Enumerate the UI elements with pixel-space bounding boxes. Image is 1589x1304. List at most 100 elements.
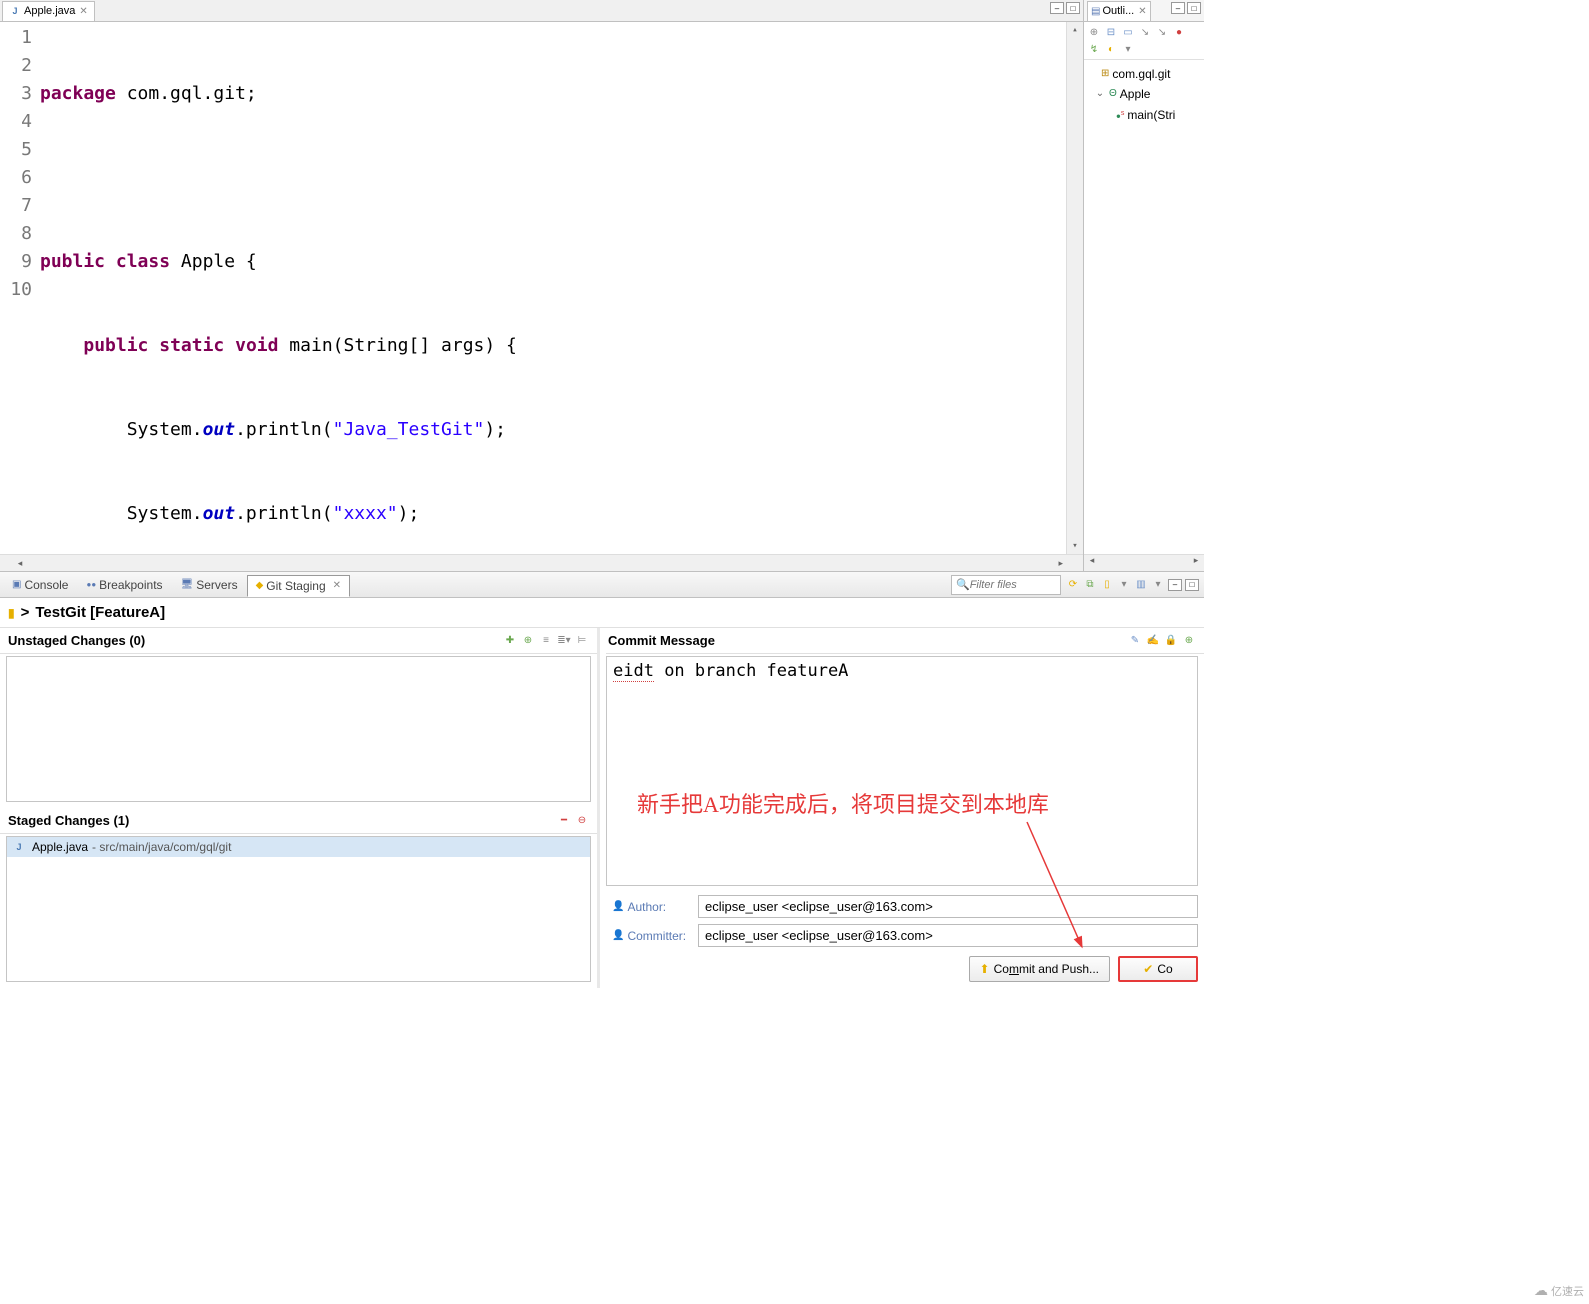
commit-buttons: ⬆ Commit and Push... ✔ Co <box>606 950 1204 988</box>
refresh-icon[interactable]: ⟳ <box>1066 578 1080 592</box>
outline-method-label: main(Stri <box>1127 105 1175 125</box>
tree-icon[interactable]: ⊨ <box>575 634 589 648</box>
commit-msg-header: Commit Message ✎ ✍ 🔒 ⊕ <box>606 628 1204 654</box>
unstaged-tools: ✚ ⊕ ≡ ≣▾ ⊨ <box>503 634 589 648</box>
bottom-tabs-bar: ▣ Console ●● Breakpoints 🖥 Servers ◆ Git… <box>0 572 1204 598</box>
maximize-view-icon[interactable]: □ <box>1185 579 1199 591</box>
minimize-editor-icon[interactable]: – <box>1050 2 1064 14</box>
repo-name-label: TestGit [FeatureA] <box>35 604 165 621</box>
unstage-icon[interactable]: ━ <box>557 814 571 828</box>
tab-breakpoints[interactable]: ●● Breakpoints <box>77 574 171 596</box>
outline-minmax: – □ <box>1171 2 1201 14</box>
tab-git-staging[interactable]: ◆ Git Staging ✕ <box>247 575 350 597</box>
horizontal-scrollbar[interactable] <box>0 554 1083 571</box>
code-line: public static void main(String[] args) { <box>40 332 1066 360</box>
hide-static-icon[interactable]: ↘ <box>1155 25 1169 39</box>
tab-console[interactable]: ▣ Console <box>3 574 77 596</box>
editor-tab-label: Apple.java <box>24 5 75 17</box>
add-all-icon[interactable]: ⊕ <box>521 634 535 648</box>
filter-files-box[interactable]: 🔍 <box>951 575 1061 595</box>
commit-message-input[interactable]: eidt on branch featureA 新手把A功能完成后，将项目提交到… <box>606 656 1198 886</box>
staged-file-row[interactable]: J Apple.java - src/main/java/com/gql/git <box>7 837 590 857</box>
sort-alpha-icon[interactable]: ◐ <box>1104 42 1118 56</box>
committer-input[interactable] <box>698 924 1198 947</box>
tab-breakpoints-label: Breakpoints <box>99 578 162 592</box>
commit-msg-typo: eidt <box>613 661 654 682</box>
author-input[interactable] <box>698 895 1198 918</box>
package-icon: ⊞ <box>1101 64 1109 84</box>
staged-file-name: Apple.java <box>32 840 88 854</box>
minimize-view-icon[interactable]: – <box>1168 579 1182 591</box>
maximize-outline-icon[interactable]: □ <box>1187 2 1201 14</box>
collapse-icon[interactable]: ⊟ <box>1104 25 1118 39</box>
focus-icon[interactable]: ⊕ <box>1087 25 1101 39</box>
view-menu-icon[interactable]: ▾ <box>1121 42 1135 56</box>
link-icon[interactable]: ↯ <box>1087 42 1101 56</box>
outline-package-item[interactable]: ⊞ com.gql.git <box>1086 64 1202 84</box>
repo-name-bar: ▮ > TestGit [FeatureA] <box>0 598 1204 628</box>
changeid-icon[interactable]: 🔒 <box>1164 634 1178 648</box>
vertical-scrollbar[interactable] <box>1066 22 1083 554</box>
staged-list[interactable]: J Apple.java - src/main/java/com/gql/git <box>6 836 591 982</box>
commit-and-push-button[interactable]: ⬆ Commit and Push... <box>969 956 1110 982</box>
menu-icon[interactable]: ▾ <box>1151 578 1165 592</box>
close-tab-icon[interactable]: ✕ <box>79 6 87 17</box>
line-number: 1 <box>0 24 32 52</box>
tab-servers[interactable]: 🖥 Servers <box>172 574 247 596</box>
presentation-icon[interactable]: ≡ <box>539 634 553 648</box>
outline-horizontal-scrollbar[interactable] <box>1084 554 1204 571</box>
outline-tab-label: Outli... <box>1102 5 1134 17</box>
code-content[interactable]: package com.gql.git; public class Apple … <box>40 22 1066 554</box>
search-icon: 🔍 <box>956 578 970 591</box>
unstaged-list[interactable] <box>6 656 591 802</box>
minimize-outline-icon[interactable]: – <box>1171 2 1185 14</box>
code-editor[interactable]: 1 2 3 4 5 6 7 8 9 10 package com.gql.git… <box>0 22 1083 554</box>
outline-method-item[interactable]: ●s main(Stri <box>1086 104 1202 127</box>
line-number-gutter: 1 2 3 4 5 6 7 8 9 10 <box>0 22 40 554</box>
committer-label: 👤 Committer: <box>612 929 692 943</box>
amend-icon[interactable]: ✎ <box>1128 634 1142 648</box>
sort-menu-icon[interactable]: ≣▾ <box>557 634 571 648</box>
bottom-toolbar: ⟳ ⧉ ▯ ▾ ▥ ▾ – □ <box>1061 578 1204 592</box>
line-number: 4 <box>0 108 32 136</box>
compare-icon[interactable]: ⧉ <box>1083 578 1097 592</box>
maximize-editor-icon[interactable]: □ <box>1066 2 1080 14</box>
hide-nonpublic-icon[interactable]: ● <box>1172 25 1186 39</box>
expand-icon[interactable]: ⌄ <box>1094 84 1106 104</box>
add-icon[interactable]: ✚ <box>503 634 517 648</box>
line-number: 8 <box>0 220 32 248</box>
line-number: 9 <box>0 248 32 276</box>
preferences-icon[interactable]: ⊕ <box>1182 634 1196 648</box>
stash-icon[interactable]: ▯ <box>1100 578 1114 592</box>
filter-files-input[interactable] <box>970 579 1050 591</box>
commit-button[interactable]: ✔ Co <box>1118 956 1198 982</box>
tab-console-label: Console <box>24 578 68 592</box>
outline-class-label: Apple <box>1120 84 1151 104</box>
sort-icon[interactable]: ▭ <box>1121 25 1135 39</box>
git-staging-body: Unstaged Changes (0) ✚ ⊕ ≡ ≣▾ ⊨ Staged C… <box>0 628 1204 988</box>
signoff-icon[interactable]: ✍ <box>1146 634 1160 648</box>
line-number: 3 <box>0 80 32 108</box>
line-number: 10 <box>0 276 32 304</box>
editor-tab-apple-java[interactable]: J Apple.java ✕ <box>2 1 95 21</box>
hide-fields-icon[interactable]: ↘ <box>1138 25 1152 39</box>
editor-tab-bar: J Apple.java ✕ – □ <box>0 0 1083 22</box>
cloud-icon: ☁ <box>1534 1282 1548 1299</box>
top-area: J Apple.java ✕ – □ 1 2 3 4 5 6 7 8 9 10 <box>0 0 1204 572</box>
staged-header: Staged Changes (1) ━ ⊖ <box>0 808 597 834</box>
close-git-staging-icon[interactable]: ✕ <box>333 580 341 591</box>
author-row: 👤 Author: <box>606 892 1204 921</box>
editor-minmax-controls: – □ <box>1050 2 1080 14</box>
close-outline-icon[interactable]: ✕ <box>1138 6 1146 17</box>
code-line: public class Apple { <box>40 248 1066 276</box>
columns-icon[interactable]: ▥ <box>1134 578 1148 592</box>
unstage-all-icon[interactable]: ⊖ <box>575 814 589 828</box>
dropdown-icon[interactable]: ▾ <box>1117 578 1131 592</box>
outline-class-item[interactable]: ⌄ Θ Apple <box>1086 84 1202 104</box>
console-icon: ▣ <box>12 579 21 590</box>
outline-panel: ▤ Outli... ✕ – □ ⊕ ⊟ ▭ ↘ ↘ ● ↯ ◐ ▾ ⊞ com… <box>1084 0 1204 571</box>
author-icon: 👤 <box>612 901 624 912</box>
outline-tab[interactable]: ▤ Outli... ✕ <box>1087 1 1151 21</box>
java-file-icon: J <box>13 841 25 853</box>
outline-toolbar: ⊕ ⊟ ▭ ↘ ↘ ● ↯ ◐ ▾ <box>1084 22 1204 60</box>
